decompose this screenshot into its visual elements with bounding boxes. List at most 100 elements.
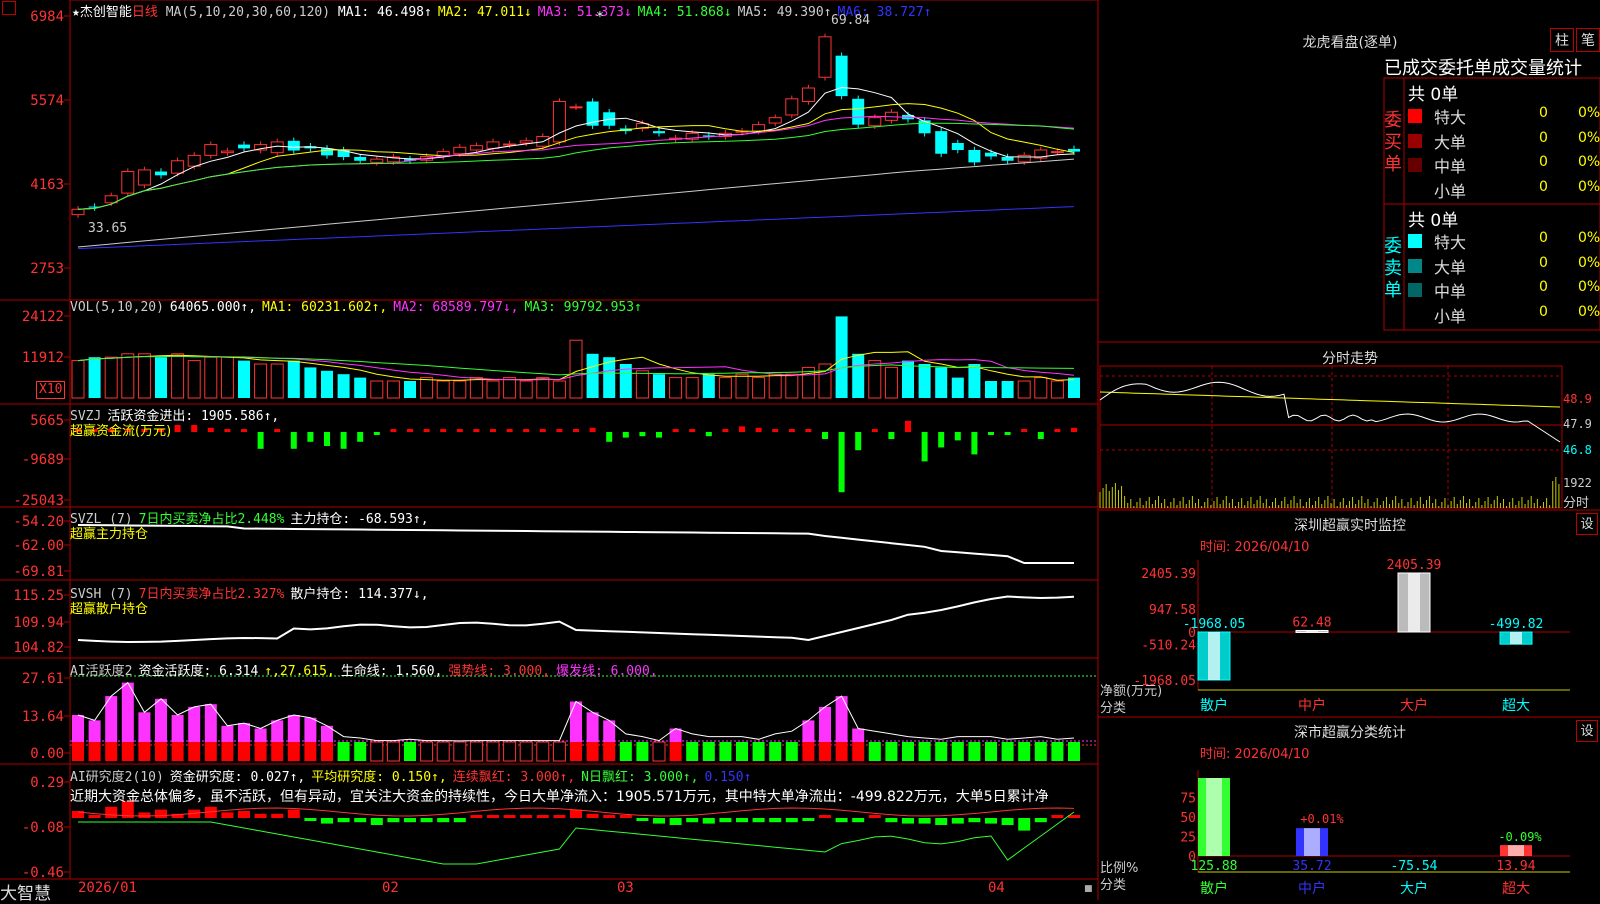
chart-canvas[interactable]: 6984 5574 4163 2753 24122 11912 5665 -9689 -25… — [0, 0, 1600, 900]
research-bar-up — [221, 812, 234, 818]
volume-bar — [220, 356, 234, 399]
svzl-value-item: 7日内买卖净占比2.448% — [138, 512, 285, 527]
research-bar-up — [553, 815, 566, 818]
class-pct-label: -0.09% — [1498, 830, 1542, 844]
research-bar-up — [603, 815, 616, 818]
candle-up — [121, 171, 135, 194]
monitor-bar-shine — [1208, 632, 1220, 680]
sell-orders-label: 委卖单 — [1384, 236, 1402, 301]
class-y-tick: 25 — [1180, 831, 1196, 846]
activity-bar-top — [586, 712, 599, 742]
research-bar-down — [719, 818, 732, 823]
stock-name: 杰创智能 — [79, 5, 132, 20]
bar-mode-button[interactable]: 柱 — [1550, 28, 1574, 52]
volume-bar — [1017, 380, 1031, 399]
class-category: 散户 — [1200, 880, 1228, 897]
activity-bar-empty — [370, 741, 384, 762]
candle-up — [1017, 154, 1031, 163]
kline-panel[interactable]: 6984 5574 4163 2753 — [30, 9, 1080, 277]
flow-bar-out — [340, 432, 347, 449]
sz-monitor-settings-button[interactable]: 设 — [1576, 513, 1598, 535]
volume-bar — [818, 363, 832, 399]
activity-bar-top — [138, 712, 151, 742]
flow-bar-out — [971, 432, 978, 455]
activity-bar-top — [271, 720, 284, 742]
volume-bar — [386, 380, 400, 399]
flow-bar-out — [838, 432, 845, 493]
y-tick-label: 4163 — [30, 177, 64, 193]
pen-mode-button[interactable]: 笔 — [1576, 28, 1600, 52]
favorite-star-icon[interactable]: ★ — [72, 5, 80, 20]
candle-up — [1050, 151, 1064, 154]
activity-bar-empty — [486, 741, 500, 762]
period-label[interactable]: 日线 — [132, 5, 158, 20]
research-bar-down — [321, 818, 333, 824]
class-bar-shine — [1508, 845, 1524, 856]
vol-value-item: MA2: 68589.797↓, — [393, 300, 519, 315]
research-bar-down — [885, 818, 898, 823]
flow-bar-in — [224, 429, 231, 432]
volume-bar — [552, 380, 566, 399]
flow-bar-in — [556, 429, 563, 432]
order-pct: 0% — [1578, 254, 1600, 271]
candle-up — [785, 98, 799, 116]
monitor-y-tick: -510.24 — [1141, 638, 1196, 653]
right-side-charts: 2405.39947.580-510.24-1968.05-1968.05散户6… — [1099, 365, 1570, 897]
order-row: 中单 0 0% — [1408, 278, 1600, 302]
research-bar-down — [752, 818, 765, 823]
candle-up — [868, 117, 882, 127]
activity-bar-base — [204, 742, 217, 761]
activity-bar-empty — [436, 741, 450, 762]
ma-value-item: MA3: 51.373↓ — [537, 5, 632, 20]
ma6-line — [77, 206, 1075, 250]
activity-bar-low — [918, 742, 931, 761]
activity-bar-empty — [453, 741, 467, 762]
flow-bar-in — [905, 420, 911, 432]
class-y-tick: 50 — [1180, 811, 1196, 826]
ai-activity-panel[interactable]: 27.61 13.64 0.00 — [22, 671, 1098, 762]
activity-bar-low — [785, 742, 798, 761]
activity-bar-low — [636, 742, 649, 761]
activity-bar-low — [736, 742, 748, 761]
volume-bar — [685, 377, 699, 399]
volume-panel[interactable]: 24122 11912 — [22, 309, 1080, 399]
activity-bar-base — [603, 742, 616, 761]
research-bar-up — [868, 815, 881, 818]
candle-up — [801, 87, 815, 102]
flow-bar-in — [739, 426, 745, 432]
order-row: 小单 0 0% — [1408, 178, 1600, 202]
y-tick-label: 5574 — [30, 93, 64, 109]
activity-bar-base — [271, 742, 284, 761]
flow-bar-in — [672, 429, 679, 432]
ai2-value-item: 平均研究度: 0.150↑, — [311, 770, 447, 785]
svsh-value-item: 散户持仓: 114.377↓, — [290, 587, 429, 602]
flow-bar-out — [290, 432, 297, 449]
flow-bar-out — [938, 432, 945, 448]
flow-bar-out — [639, 432, 646, 437]
research-bar-down — [985, 818, 997, 824]
order-pct: 0% — [1578, 303, 1600, 320]
activity-bar-low — [752, 742, 765, 761]
research-bar-down — [1001, 818, 1014, 825]
research-bar-down — [935, 818, 948, 825]
activity-bar-low — [1001, 742, 1014, 761]
activity-bar-low — [769, 742, 782, 761]
research-bar-down — [769, 818, 782, 823]
dragon-tiger-title: 龙虎看盘(逐单) — [1302, 35, 1398, 51]
corner-box[interactable] — [2, 1, 16, 15]
svzj-panel[interactable]: 5665 -9689 -25043 — [13, 413, 1077, 509]
candle-down — [653, 131, 665, 134]
research-bar-down — [1034, 818, 1047, 823]
activity-bar-top — [221, 725, 234, 742]
y-tick-label: 109.94 — [13, 615, 64, 631]
class-category: 中户 — [1298, 880, 1326, 897]
ai1-value-item: 爆发线: 6.000, — [555, 664, 658, 679]
flow-bar-out — [622, 432, 629, 438]
buy-total: 共 0单 — [1408, 85, 1459, 105]
monitor-y-tick: 2405.39 — [1141, 567, 1196, 582]
sell-total: 共 0单 — [1408, 211, 1459, 231]
sz-class-settings-button[interactable]: 设 — [1576, 720, 1598, 742]
class-category: 超大 — [1502, 881, 1530, 897]
lock-icon[interactable]: ■ — [1084, 884, 1094, 894]
volume-bar — [88, 357, 101, 398]
